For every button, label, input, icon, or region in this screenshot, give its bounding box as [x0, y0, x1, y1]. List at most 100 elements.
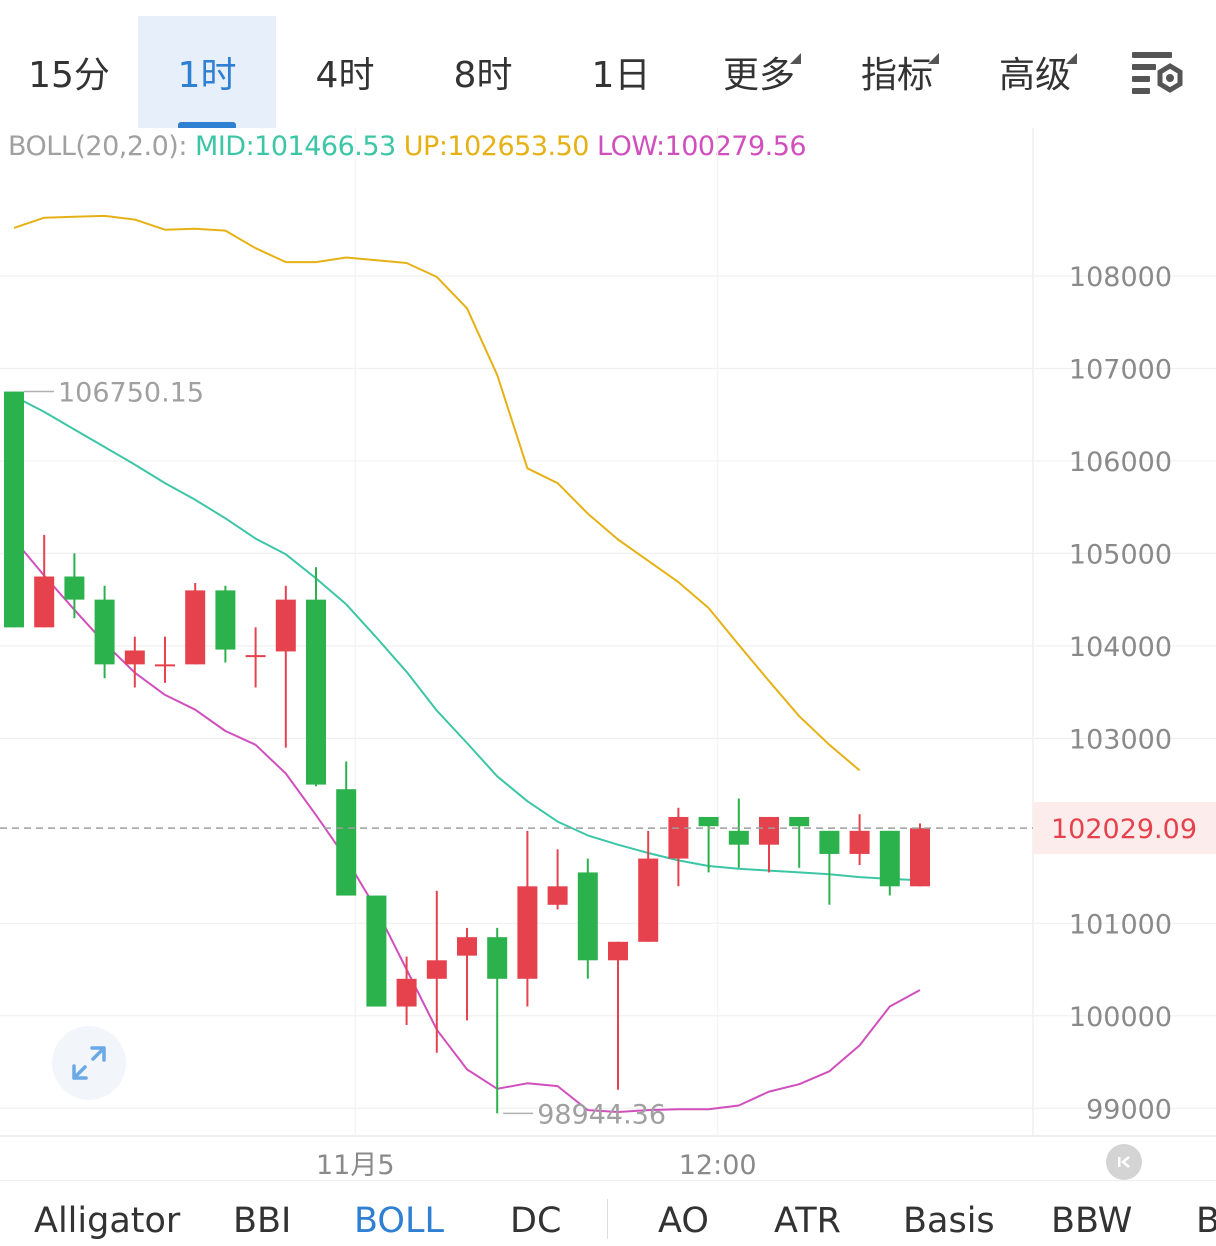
indicator-alligator[interactable]: Alligator	[34, 1181, 180, 1246]
candle-up	[124, 636, 145, 688]
time-tick-label: 12:00	[679, 1150, 757, 1178]
tab-label-text: 更多	[722, 55, 795, 96]
price-tick-label: 105000	[1069, 539, 1172, 570]
indicator-bbw[interactable]: BBW	[1051, 1181, 1132, 1246]
candle-down	[366, 895, 387, 1007]
candle-body	[638, 858, 659, 942]
skip-back-icon	[1118, 1156, 1130, 1168]
chart-settings-icon-svg	[1132, 52, 1183, 94]
tab-label: 高级	[998, 46, 1077, 98]
tab-1d[interactable]: 1日	[552, 16, 690, 128]
candle-body	[698, 816, 719, 827]
candle-up	[547, 849, 568, 910]
candle-body	[487, 937, 508, 979]
candle-up	[457, 927, 477, 1021]
tab-label: 1日	[591, 55, 651, 96]
candle-body	[759, 816, 779, 845]
candle-up	[185, 582, 206, 665]
candle-up	[275, 585, 296, 748]
candle-body	[819, 830, 840, 854]
candle-body	[728, 830, 749, 845]
tab-advanced[interactable]: 高级	[966, 16, 1104, 128]
candle-body	[306, 599, 326, 785]
tab-label: 指标	[861, 46, 939, 98]
tab-indicators[interactable]: 指标	[828, 16, 966, 128]
expand-arrows-icon	[72, 1046, 106, 1080]
indicator-divider	[607, 1199, 608, 1239]
time-tick-label: 11月5	[316, 1150, 395, 1178]
candle-down	[879, 830, 900, 896]
tab-8h[interactable]: 8时	[414, 16, 552, 128]
price-tick-label: 106000	[1069, 447, 1172, 478]
tab-label: 15分	[28, 55, 110, 96]
candle-down	[819, 830, 840, 905]
candle-body	[577, 872, 598, 961]
tab-1h[interactable]: 1时	[138, 16, 276, 128]
candle-body	[185, 590, 206, 665]
candle-body	[668, 816, 689, 859]
candle-up	[910, 823, 930, 887]
candle-body	[34, 576, 55, 628]
candle-up	[517, 830, 538, 1007]
tab-label: 8时	[453, 55, 513, 96]
candle-body	[64, 576, 85, 600]
min-price-label: 98944.36	[537, 1099, 666, 1130]
boll-lower-band-line	[13, 538, 921, 1113]
candle-down	[4, 391, 24, 628]
candle-body	[124, 650, 145, 665]
candle-body	[396, 978, 417, 1007]
candlestick-chart[interactable]: 108000 107000 106000 105000 104000 103000 1010…	[0, 128, 1216, 1178]
indicator-selector-bar: Alligator BBI BOLL DC AO ATR Basis BBW B	[0, 1180, 1216, 1246]
tab-label: 1时	[177, 55, 237, 96]
dropdown-triangle-icon	[928, 53, 939, 64]
indicator-ao[interactable]: AO	[658, 1181, 709, 1246]
indicator-boll[interactable]: BOLL	[354, 1181, 444, 1246]
candle-down	[487, 927, 508, 1114]
candle-down	[215, 585, 236, 663]
candle-body	[789, 816, 810, 827]
candle-up	[34, 534, 55, 628]
candle-down	[306, 567, 326, 787]
candle-up	[396, 956, 417, 1026]
candle-body	[910, 828, 930, 887]
candle-body	[849, 830, 870, 854]
candle-body	[336, 789, 357, 896]
price-tick-label: 100000	[1069, 1002, 1172, 1033]
price-tick-label: 103000	[1069, 724, 1172, 755]
price-tick-label: 108000	[1069, 262, 1172, 293]
tab-label-text: 高级	[998, 55, 1071, 96]
tab-15min[interactable]: 15分	[0, 16, 138, 128]
indicator-bbi[interactable]: BBI	[233, 1181, 291, 1246]
indicator-atr[interactable]: ATR	[774, 1181, 841, 1246]
candle-body	[275, 599, 296, 652]
indicator-basis[interactable]: Basis	[903, 1181, 995, 1246]
indicator-b[interactable]: B	[1196, 1181, 1216, 1246]
candle-down	[728, 798, 749, 868]
candle-body	[608, 941, 628, 961]
tab-label: 4时	[315, 55, 375, 96]
candle-body	[4, 391, 24, 628]
candle-body	[366, 895, 387, 1007]
indicator-dc[interactable]: DC	[510, 1181, 561, 1246]
candle-body	[155, 664, 175, 667]
fullscreen-expand-button[interactable]	[52, 1026, 126, 1100]
dropdown-triangle-icon	[1066, 53, 1077, 64]
tab-label: 更多	[722, 46, 801, 98]
candle-body	[547, 886, 568, 905]
scroll-to-latest-button[interactable]	[1106, 1144, 1142, 1180]
tab-4h[interactable]: 4时	[276, 16, 414, 128]
candle-up	[638, 830, 659, 942]
candle-down	[94, 585, 115, 679]
candle-down	[64, 553, 85, 619]
candle-down	[577, 858, 598, 979]
price-tick-label: 104000	[1069, 632, 1172, 663]
boll-upper-band-line	[13, 214, 861, 772]
candle-body	[457, 937, 477, 956]
tab-more[interactable]: 更多	[690, 16, 828, 128]
candle-up	[849, 814, 870, 866]
dropdown-triangle-icon	[790, 53, 801, 64]
timeframe-tab-bar: 15分 1时 4时 8时 1日 更多 指标 高级	[0, 0, 1216, 128]
candle-up	[245, 627, 266, 688]
chart-settings-icon[interactable]	[1128, 48, 1188, 98]
candle-up	[759, 816, 779, 873]
